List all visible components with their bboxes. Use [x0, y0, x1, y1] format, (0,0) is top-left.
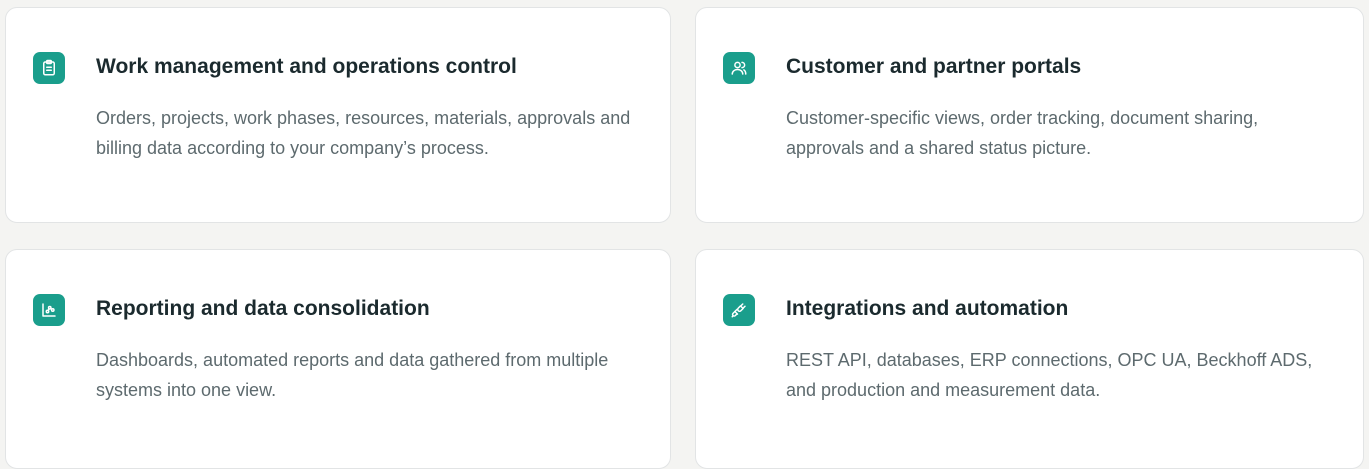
card-description: Orders, projects, work phases, resources… [96, 108, 631, 158]
feature-card: Work management and operations control O… [5, 7, 671, 223]
chart-icon [33, 294, 65, 326]
users-icon [723, 52, 755, 84]
card-description: REST API, databases, ERP connections, OP… [786, 350, 1313, 400]
card-title: Reporting and data consolidation [96, 297, 430, 320]
feature-card: Reporting and data consolidation Dashboa… [5, 249, 671, 469]
plug-icon [723, 294, 755, 326]
clipboard-icon [33, 52, 65, 84]
card-description: Customer-specific views, order tracking,… [786, 108, 1259, 158]
feature-card: Customer and partner portals Customer-sp… [695, 7, 1364, 223]
card-title: Customer and partner portals [786, 55, 1082, 78]
feature-card: Integrations and automation REST API, da… [695, 249, 1364, 469]
card-title: Work management and operations control [96, 55, 517, 78]
card-title: Integrations and automation [786, 297, 1069, 320]
card-description: Dashboards, automated reports and data g… [96, 350, 609, 400]
